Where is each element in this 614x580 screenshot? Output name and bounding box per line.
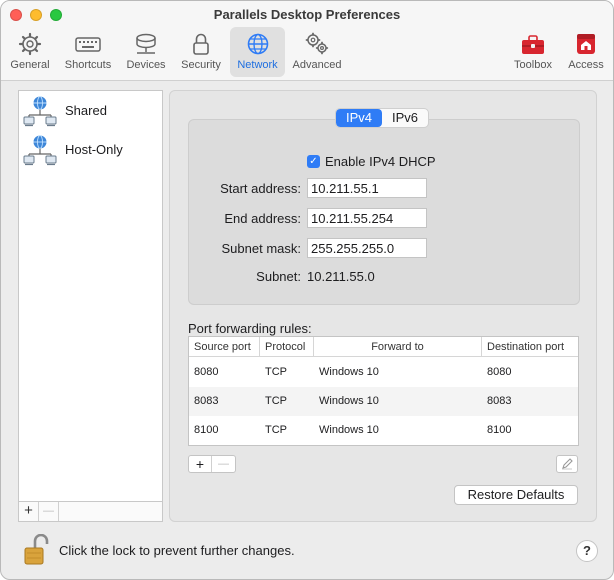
gears-icon [305,32,329,55]
destination-port-cell: 8080 [487,366,512,378]
tab-advanced-label: Advanced [292,59,342,71]
lock-message: Click the lock to prevent further change… [59,543,295,558]
remove-rule-button[interactable]: — [212,456,235,472]
forward-to-cell: Windows 10 [319,366,379,378]
protocol-cell: TCP [265,424,287,436]
table-row[interactable]: 8080 TCP Windows 10 8080 [189,358,578,387]
toolbox-icon [522,35,544,54]
tab-toolbox[interactable]: Toolbox [509,27,557,77]
port-forwarding-table: Source port Protocol Forward to Destinat… [188,336,579,446]
tab-general[interactable]: General [5,27,55,77]
subnet-value: 10.211.55.0 [307,269,375,284]
table-row[interactable]: 8100 TCP Windows 10 8100 [189,416,578,445]
keyboard-icon [75,37,101,52]
forward-to-cell: Windows 10 [319,395,379,407]
ip-version-tabs: IPv4 IPv6 [335,108,429,128]
start-address-label: Start address: [220,181,301,196]
window-title: Parallels Desktop Preferences [213,7,401,22]
remove-network-button[interactable]: — [39,502,59,521]
end-address-label: End address: [224,211,301,226]
preferences-window: Parallels Desktop Preferences General Sh… [0,0,614,580]
port-rule-add-remove: + — [188,455,236,473]
dhcp-label: Enable IPv4 DHCP [325,154,436,169]
source-port-cell: 8080 [194,366,219,378]
pencil-icon [562,458,573,470]
dhcp-checkbox[interactable]: ✓ [307,155,320,168]
tab-toolbox-label: Toolbox [514,59,552,71]
padlock-open-icon[interactable] [23,534,51,566]
col-forward-to[interactable]: Forward to [314,337,482,357]
gear-icon [18,32,42,56]
tab-ipv4[interactable]: IPv4 [336,109,382,127]
protocol-cell: TCP [265,395,287,407]
network-settings-panel: ✓ Enable IPv4 DHCP Start address: End ad… [169,90,597,522]
sidebar-item-host-only[interactable]: Host-Only [19,131,162,169]
col-destination-port[interactable]: Destination port [482,337,578,357]
subnet-mask-label: Subnet mask: [221,241,302,256]
subnet-mask-input[interactable] [307,238,427,258]
tab-advanced[interactable]: Advanced [289,27,345,77]
help-button[interactable]: ? [576,540,598,562]
title-bar: Parallels Desktop Preferences General Sh… [1,1,613,81]
sidebar-item-host-only-label: Host-Only [65,142,123,157]
tab-ipv6[interactable]: IPv6 [382,109,428,127]
tab-access[interactable]: Access [563,27,609,77]
sidebar-item-shared-label: Shared [65,103,107,118]
source-port-cell: 8100 [194,424,219,436]
lock-icon [193,33,209,55]
globe-icon [247,33,268,55]
tab-general-label: General [10,59,50,71]
add-network-button[interactable]: + [19,502,39,521]
tab-devices-label: Devices [126,59,166,71]
destination-port-cell: 8083 [487,395,512,407]
tab-security[interactable]: Security [176,27,226,77]
tab-shortcuts[interactable]: Shortcuts [59,27,117,77]
network-icon [23,135,57,166]
forward-to-cell: Windows 10 [319,424,379,436]
network-icon [23,96,57,127]
end-address-input[interactable] [307,208,427,228]
table-header: Source port Protocol Forward to Destinat… [189,337,578,357]
col-source-port[interactable]: Source port [189,337,260,357]
network-list-toolbar: + — [19,501,162,521]
tab-network-label: Network [237,59,278,71]
tab-security-label: Security [181,59,221,71]
access-icon [577,34,595,54]
port-forwarding-title: Port forwarding rules: [188,321,312,336]
network-list: Shared Host-Only + — [18,90,163,522]
sidebar-item-shared[interactable]: Shared [19,92,162,130]
tab-access-label: Access [568,59,604,71]
restore-defaults-button[interactable]: Restore Defaults [454,485,578,505]
devices-icon [136,33,156,54]
protocol-cell: TCP [265,366,287,378]
destination-port-cell: 8100 [487,424,512,436]
ipv4-settings-box: ✓ Enable IPv4 DHCP Start address: End ad… [188,119,580,305]
source-port-cell: 8083 [194,395,219,407]
tab-shortcuts-label: Shortcuts [64,59,112,71]
tab-devices[interactable]: Devices [121,27,171,77]
col-protocol[interactable]: Protocol [260,337,314,357]
tab-network[interactable]: Network [230,27,285,77]
add-rule-button[interactable]: + [189,456,212,472]
subnet-label: Subnet: [256,269,301,284]
table-row[interactable]: 8083 TCP Windows 10 8083 [189,387,578,416]
edit-rule-button[interactable] [556,455,578,473]
start-address-input[interactable] [307,178,427,198]
